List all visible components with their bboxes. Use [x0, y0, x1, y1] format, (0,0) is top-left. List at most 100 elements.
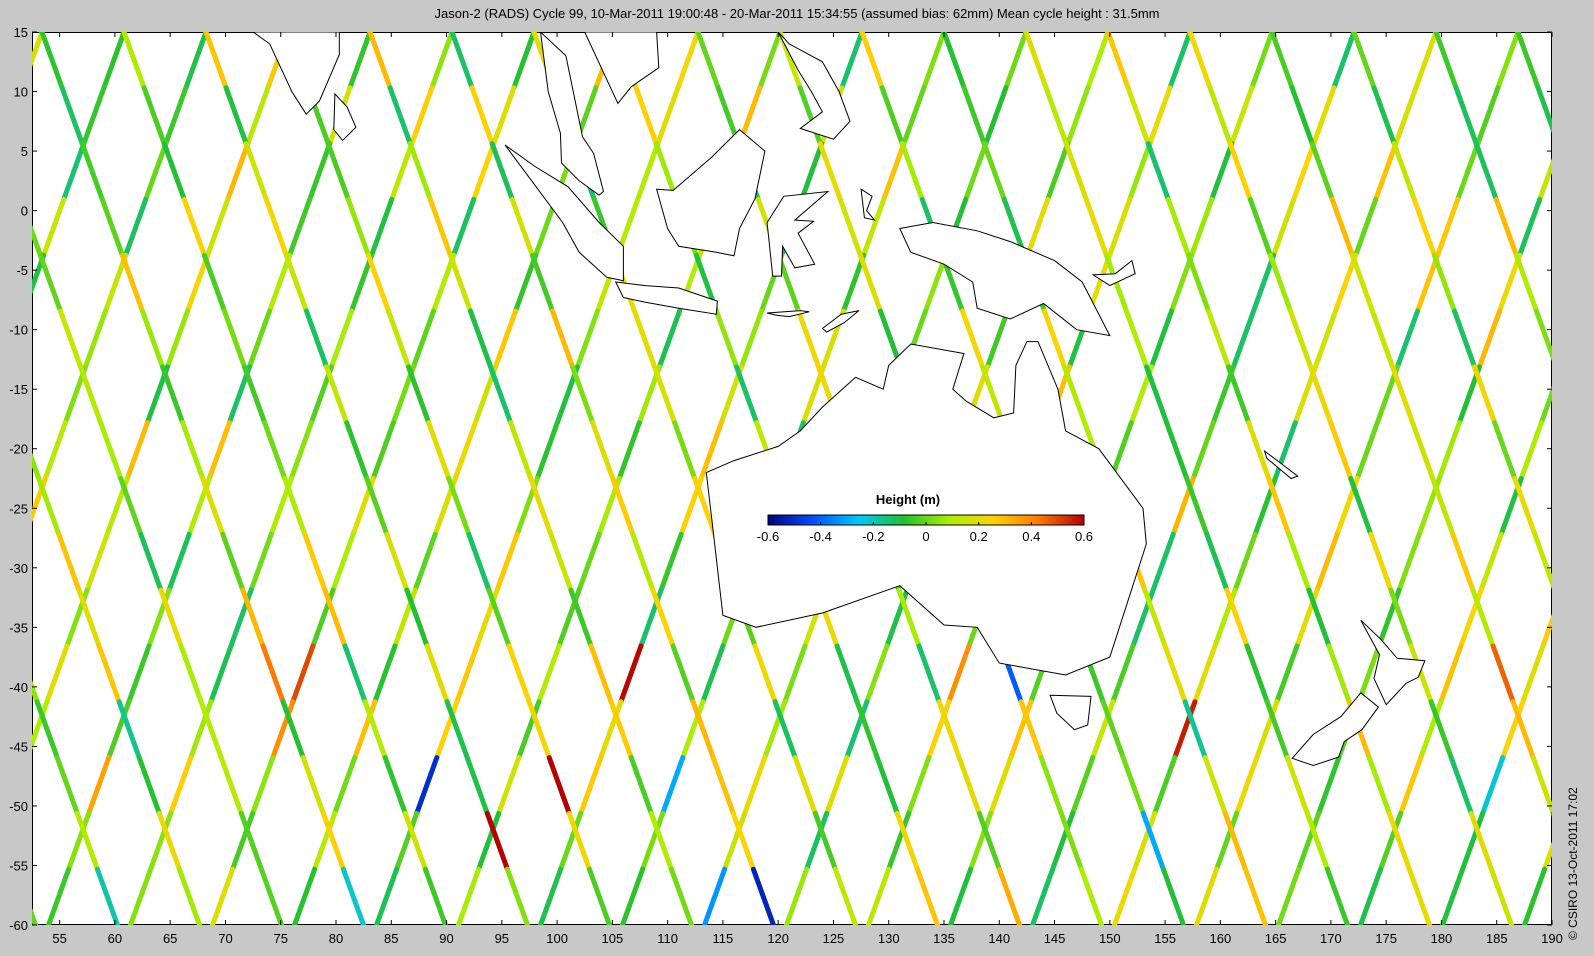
track-segment-268 — [680, 699, 706, 761]
track-segment-822 — [1557, 367, 1577, 423]
track-segment-770 — [1227, 141, 1253, 202]
track-segment-768 — [1187, 32, 1213, 91]
track-segment-221 — [414, 755, 440, 816]
track-segment-303 — [784, 866, 810, 925]
track-segment-242 — [799, 141, 825, 202]
track-segment-628 — [529, 252, 555, 314]
track-segment-151 — [206, 420, 232, 481]
track-segment-820 — [1513, 252, 1539, 314]
track-segment-339 — [1271, 196, 1297, 258]
track-segment-157 — [86, 755, 112, 816]
track-segment-748 — [1264, 699, 1290, 761]
x-tick-label: 150 — [1099, 931, 1121, 946]
copyright-note: © CSIRO 13-Oct-2011 17:02 — [1566, 787, 1580, 940]
track-segment-537 — [138, 531, 164, 593]
track-segment-613 — [467, 308, 494, 370]
track-segment-155 — [126, 643, 152, 705]
track-segment-405 — [1561, 311, 1581, 367]
track-segment-112 — [183, 32, 209, 91]
track-segment-523 — [96, 643, 122, 705]
track-segment-700 — [1018, 699, 1044, 761]
track-segment-146 — [307, 141, 333, 202]
x-tick-label: 80 — [329, 931, 343, 946]
track-segment-383 — [1194, 866, 1220, 925]
track-segment-569 — [302, 531, 328, 593]
track-segment-412 — [1418, 699, 1444, 761]
track-segment-804 — [1431, 252, 1457, 314]
track-segment-147 — [287, 196, 313, 258]
track-segment-391 — [1436, 420, 1462, 481]
track-segment-584 — [364, 476, 390, 537]
y-tick-label: 0 — [21, 204, 28, 219]
track-segment-237 — [496, 755, 522, 816]
track-segment-733 — [1202, 755, 1228, 816]
track-segment-832 — [1515, 32, 1541, 91]
track-segment-819 — [1493, 196, 1519, 258]
track-segment-796 — [1510, 699, 1536, 761]
track-segment-615 — [508, 420, 534, 481]
track-segment-792 — [1430, 476, 1456, 537]
land-new-zealand-south — [1291, 692, 1380, 767]
track-segment-534 — [78, 364, 104, 426]
track-segment-546 — [79, 141, 105, 202]
track-segment-717 — [1120, 755, 1146, 816]
track-segment-80 — [32, 32, 45, 68]
track-segment-553 — [220, 531, 246, 593]
track-segment-288 — [1085, 32, 1111, 91]
track-segment-599 — [426, 420, 452, 481]
track-segment-364 — [1172, 699, 1198, 761]
track-segment-655 — [832, 866, 858, 925]
track-segment-325 — [1148, 308, 1175, 370]
track-segment-233 — [576, 531, 602, 593]
track-segment-159 — [46, 866, 72, 925]
track-segment-511 — [94, 866, 120, 925]
track-segment-371 — [1435, 196, 1461, 258]
track-segment-102 — [0, 367, 3, 423]
colorbar-tick-label: 0.2 — [970, 529, 988, 544]
track-segment-369 — [1475, 85, 1501, 147]
track-segment-240 — [839, 32, 865, 91]
track-segment-560 — [121, 32, 147, 91]
track-segment-572 — [362, 699, 388, 761]
track-segment-181 — [410, 308, 437, 370]
colorbar-tick-label: -0.2 — [862, 529, 884, 544]
track-segment-223 — [374, 866, 400, 925]
track-segment-495 — [32, 907, 38, 925]
track-segment-818 — [1473, 141, 1499, 202]
track-segment-757 — [1205, 308, 1232, 370]
track-segment-164 — [349, 252, 375, 314]
track-segment-532 — [37, 252, 63, 314]
track-segment-101 — [3, 311, 23, 367]
track-segment-596 — [365, 252, 391, 314]
track-segment-300 — [844, 699, 870, 761]
track-segment-322 — [1209, 141, 1235, 202]
track-segment-746 — [1224, 587, 1250, 649]
track-segment-427 — [1520, 643, 1546, 705]
track-segment-289 — [1065, 85, 1091, 147]
track-segment-321 — [1229, 85, 1255, 147]
track-segment-821 — [1533, 308, 1552, 362]
track-segment-709 — [959, 308, 986, 370]
track-segment-787 — [1329, 196, 1355, 258]
track-segment-672 — [695, 32, 721, 91]
track-segment-332 — [1008, 699, 1034, 761]
track-segment-139 — [44, 643, 70, 705]
track-segment-607 — [586, 866, 612, 925]
track-segment-637 — [710, 755, 736, 816]
track-segment-387 — [1517, 196, 1543, 258]
x-tick-label: 120 — [767, 931, 789, 946]
track-segment-586 — [404, 587, 430, 649]
track-segment-384 — [1580, 32, 1594, 88]
track-segment-745 — [1204, 531, 1230, 593]
track-segment-780 — [1428, 699, 1454, 761]
track-segment-594 — [325, 141, 351, 202]
x-tick-label: 180 — [1431, 931, 1453, 946]
track-segment-272 — [1003, 32, 1029, 91]
track-segment-581 — [303, 308, 330, 370]
track-segment-536 — [118, 476, 144, 537]
track-segment-547 — [99, 196, 125, 258]
track-segment-269 — [660, 755, 686, 816]
track-segment-749 — [1284, 755, 1310, 816]
x-tick-label: 185 — [1486, 931, 1508, 946]
track-segment-690 — [817, 141, 843, 202]
